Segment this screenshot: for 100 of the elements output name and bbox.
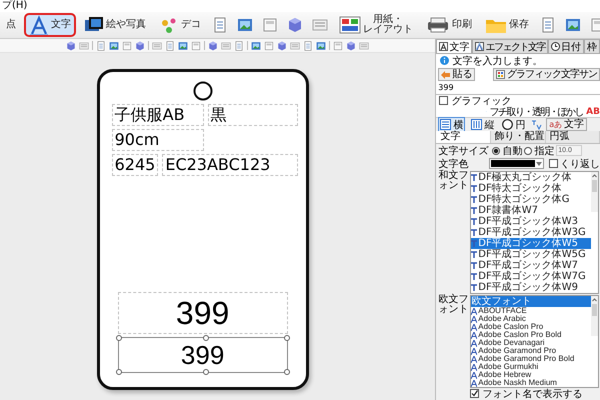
toolbar-button[interactable]: 絵や写真 — [79, 13, 151, 37]
list-item[interactable]: Adobe Devanagari — [471, 339, 592, 347]
picture-icon[interactable] — [237, 17, 253, 33]
tab[interactable]: 飾り・配置 — [490, 131, 546, 143]
paste-button[interactable]: 貼る — [438, 68, 476, 81]
picture-icon[interactable] — [316, 40, 326, 50]
page-icon[interactable] — [234, 40, 244, 50]
sheet-icon[interactable] — [359, 40, 369, 50]
picture-icon[interactable] — [251, 40, 261, 50]
palette-icon — [339, 16, 361, 34]
list-item[interactable]: DF平成ゴシック体W7G — [471, 271, 592, 282]
list-item[interactable]: Adobe Arabic — [471, 315, 592, 323]
sheet-icon[interactable] — [79, 40, 89, 50]
list-item[interactable]: Adobe Caslon Pro Bold — [471, 331, 592, 339]
page-icon[interactable] — [212, 17, 228, 33]
window-icon[interactable] — [333, 40, 343, 50]
list-item[interactable]: Adobe Naskh Medium — [471, 379, 592, 387]
tab[interactable]: 日付 — [548, 39, 584, 53]
list-item[interactable]: DF特太ゴシック体 — [471, 183, 592, 194]
list-item[interactable]: DF平成ゴシック体W3 — [471, 216, 592, 227]
picture-icon[interactable] — [565, 17, 581, 33]
sheet-icon[interactable] — [221, 40, 231, 50]
cube-icon[interactable] — [287, 17, 303, 33]
list-item[interactable]: DF極太丸ゴシック体 — [471, 172, 592, 183]
text-field[interactable]: 子供服AB — [112, 104, 204, 126]
price-text[interactable]: 399 — [118, 337, 288, 373]
resize-handle[interactable] — [202, 335, 209, 341]
sheet-icon[interactable] — [152, 40, 162, 50]
checkbox[interactable] — [439, 96, 448, 105]
list-item[interactable]: DF特太ゴシック体G — [471, 194, 592, 205]
field-label: 欧文フォント — [438, 295, 468, 317]
text-field[interactable]: 6245 — [112, 154, 158, 176]
text-field[interactable]: EC23ABC123 — [162, 154, 298, 176]
list-item[interactable]: ABOUTFACE — [471, 307, 592, 315]
tab[interactable]: 円弧 — [546, 131, 600, 143]
list-item[interactable]: Adobe Caslon Pro — [471, 323, 592, 331]
price-text[interactable]: 399 — [118, 292, 288, 334]
scrollbar-icon[interactable] — [591, 296, 598, 336]
tab[interactable]: 枠 — [584, 39, 600, 53]
list-item[interactable]: DF平成ゴシック体W9 — [471, 282, 592, 293]
window-icon[interactable] — [191, 40, 201, 50]
caret-icon — [536, 162, 542, 166]
toolbar-button[interactable]: 点 — [1, 13, 21, 37]
sheet-icon[interactable] — [312, 17, 328, 33]
toolbar-button[interactable]: 印刷 — [421, 13, 477, 37]
list-item[interactable]: Adobe Garamond Pro — [471, 347, 592, 355]
graphic-text-button[interactable]: グラフィック文字サン — [493, 68, 600, 81]
picture-icon[interactable] — [109, 40, 119, 50]
radio-button[interactable] — [524, 146, 532, 154]
page-icon[interactable] — [540, 17, 556, 33]
window-icon[interactable] — [262, 17, 278, 33]
resize-handle[interactable] — [284, 335, 290, 341]
font-list[interactable]: 欧文フォント ABOUTFACE Adobe Arabic Adobe Caslon Pro Adobe Caslon Pro Bold Adobe Devanagari Adobe Garamond Pro Adobe Garamond Pro Bold Adobe Gurmukhi Adobe Hebrew Adobe Naskh Medium — [470, 295, 600, 388]
picture-icon[interactable] — [178, 40, 188, 50]
page-icon[interactable] — [96, 40, 106, 50]
text-transform-icon[interactable] — [531, 119, 542, 130]
direction-option[interactable]: 円 — [500, 116, 528, 132]
page-icon[interactable] — [165, 40, 175, 50]
sheet-icon[interactable] — [290, 40, 300, 50]
toolbar-button[interactable]: 文字 — [24, 13, 76, 37]
cube-icon[interactable] — [135, 40, 145, 50]
character-button[interactable]: aあ 文字 — [546, 118, 588, 131]
list-item[interactable]: Adobe Garamond Pro Bold — [471, 355, 592, 363]
toolbar-button[interactable]: 保存 — [480, 13, 534, 37]
text-input[interactable]: 399 — [436, 82, 600, 95]
cube-icon[interactable] — [66, 40, 76, 50]
list-item[interactable]: Adobe Hebrew — [471, 371, 592, 379]
tab[interactable]: 文字 — [436, 39, 472, 53]
tab[interactable]: エフェクト文字 — [472, 39, 548, 53]
resize-handle[interactable] — [202, 369, 209, 375]
checkbox[interactable] — [470, 389, 480, 398]
effects-link[interactable]: フチ取り・透明・ぼかし — [490, 104, 584, 118]
radio-button[interactable] — [492, 146, 500, 154]
toolbar-button[interactable]: 用紙・ レイアウト — [334, 13, 418, 37]
resize-handle[interactable] — [116, 369, 122, 375]
font-list[interactable]: DF極太丸ゴシック体 DF特太ゴシック体 DF特太ゴシック体G DF隷書体W7 DF平成ゴシック体W3 DF平成ゴシック体W3G DF平成ゴシック体W5 DF平成ゴシック体W5G DF平成ゴシック体W7 DF平成ゴシック体W7G DF平成ゴシック体W9 — [470, 171, 600, 294]
font-type-icon — [471, 218, 478, 225]
cube-icon[interactable] — [277, 40, 287, 50]
page-icon[interactable] — [303, 40, 313, 50]
window-icon[interactable] — [264, 40, 274, 50]
text-field[interactable]: 黒 — [208, 104, 298, 126]
cube-icon[interactable] — [346, 40, 356, 50]
list-item[interactable]: DF平成ゴシック体W5 — [471, 238, 592, 249]
list-item[interactable]: DF平成ゴシック体W7 — [471, 260, 592, 271]
scrollbar-icon[interactable] — [591, 172, 598, 212]
color-picker[interactable] — [489, 158, 544, 169]
font-type-icon — [471, 174, 478, 181]
window-icon[interactable] — [122, 40, 132, 50]
list-item[interactable]: DF平成ゴシック体W5G — [471, 249, 592, 260]
list-item[interactable]: DF平成ゴシック体W3G — [471, 227, 592, 238]
tab[interactable]: 文字 — [436, 131, 491, 143]
text-field[interactable]: 90cm — [112, 129, 204, 151]
checkbox[interactable] — [549, 159, 558, 168]
list-item[interactable]: DF隷書体W7 — [471, 205, 592, 216]
toolbar-button[interactable]: デコ — [154, 13, 206, 37]
list-item[interactable]: Adobe Gurmukhi — [471, 363, 592, 371]
resize-handle[interactable] — [116, 335, 122, 341]
resize-handle[interactable] — [284, 369, 290, 375]
list-item[interactable]: 欧文フォント — [471, 296, 592, 307]
cube-icon[interactable] — [208, 40, 218, 50]
